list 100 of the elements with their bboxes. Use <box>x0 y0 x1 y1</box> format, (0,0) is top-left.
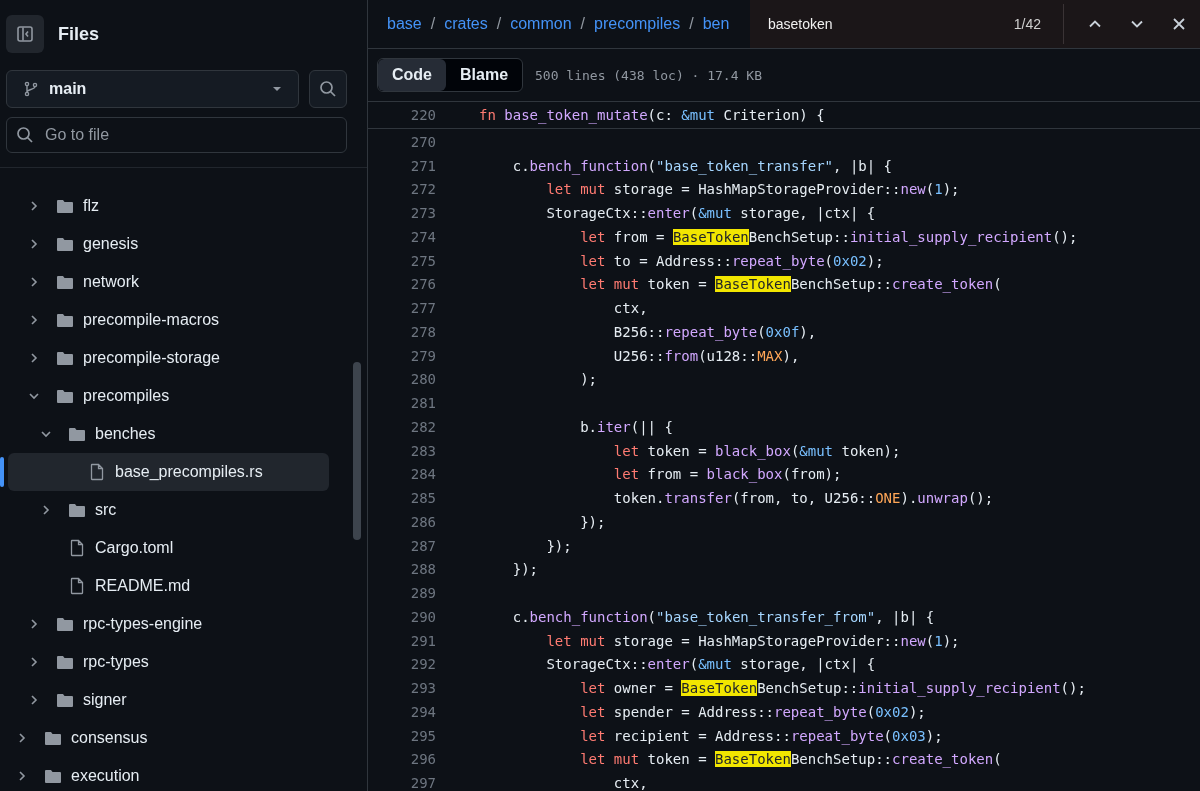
code-line: U256::from(u128::MAX), <box>612 347 800 364</box>
code-line: ctx, <box>612 775 648 791</box>
file-tree-item[interactable]: rpc-types-engine <box>0 605 329 643</box>
code-line: let token = black_box(&mut token); <box>612 442 901 459</box>
chevron-icon[interactable] <box>28 618 40 630</box>
search-button[interactable] <box>309 70 347 108</box>
line-number: 280 <box>409 371 436 388</box>
file-tree-item[interactable]: README.md <box>0 567 329 605</box>
go-to-file-field[interactable]: Go to file <box>6 117 347 153</box>
view-tab[interactable]: Blame <box>446 59 523 91</box>
folder-icon <box>56 274 74 290</box>
close-icon <box>1172 17 1186 31</box>
folder-icon <box>44 730 62 746</box>
file-tree-item[interactable]: precompile-macros <box>0 301 329 339</box>
chevron-icon[interactable] <box>28 352 40 364</box>
match-count: 1/42 <box>1013 16 1041 32</box>
sidebar-title: Files <box>58 23 100 45</box>
chevron-icon[interactable] <box>28 656 40 668</box>
folder-icon <box>44 768 62 784</box>
line-number: 284 <box>409 466 436 483</box>
file-tree-item[interactable]: precompiles <box>0 377 329 415</box>
breadcrumb-separator: / <box>496 15 502 33</box>
chevron-icon[interactable] <box>28 200 40 212</box>
folder-icon <box>56 350 74 366</box>
code-line: fn base_token_mutate(c: &mut Criterion) { <box>479 107 825 123</box>
scrollbar-thumb[interactable] <box>353 362 361 540</box>
code-line: ctx, <box>612 300 648 317</box>
line-number: 272 <box>409 181 436 198</box>
file-tree-item[interactable]: consensus <box>0 719 329 757</box>
code-line: B256::repeat_byte(0x0f), <box>612 323 817 340</box>
breadcrumb-link[interactable]: common <box>510 15 572 33</box>
breadcrumb-link[interactable]: crates <box>444 15 488 33</box>
folder-icon <box>56 692 74 708</box>
view-tab[interactable]: Code <box>378 59 446 91</box>
line-number: 286 <box>409 513 436 530</box>
code-line: let mut storage = HashMapStorageProvider::new(1); <box>545 632 960 649</box>
line-number: 282 <box>409 418 436 435</box>
search-icon <box>319 80 337 98</box>
find-field[interactable]: basetoken <box>768 16 968 32</box>
code-line: c.bench_function("base_token_transfer", |b| { <box>511 157 893 174</box>
file-tree-item[interactable]: genesis <box>0 225 329 263</box>
line-number: 270 <box>409 133 436 150</box>
file-info: 500 lines (438 loc) · 17.4 KB <box>535 67 762 83</box>
line-number: 294 <box>409 703 436 720</box>
branch-selector[interactable]: main <box>6 70 299 108</box>
search-icon <box>16 126 34 144</box>
file-tree-item[interactable]: signer <box>0 681 329 719</box>
code-line: }); <box>545 537 572 554</box>
chevron-icon[interactable] <box>28 238 40 250</box>
line-number: 285 <box>409 490 436 507</box>
file-tree-item[interactable]: src <box>0 491 329 529</box>
chevron-icon[interactable] <box>28 390 40 402</box>
chevron-icon[interactable] <box>16 732 28 744</box>
code-line: let from = BaseTokenBenchSetup::initial_supply_recipient(); <box>579 228 1078 245</box>
code-line: let to = Address::repeat_byte(0x02); <box>579 252 884 269</box>
chevron-icon[interactable] <box>40 504 52 516</box>
code-line: StorageCtx::enter(&mut storage, |ctx| { <box>545 205 876 222</box>
chevron-icon[interactable] <box>28 694 40 706</box>
file-tree-item[interactable]: execution <box>0 757 329 791</box>
folder-icon <box>68 502 86 518</box>
file-tree-item[interactable]: benches <box>0 415 329 453</box>
chevron-icon[interactable] <box>40 428 52 440</box>
chevron-icon[interactable] <box>28 276 40 288</box>
code-line: c.bench_function("base_token_transfer_from", |b| { <box>511 608 935 625</box>
code-line: }); <box>511 561 538 578</box>
folder-icon <box>56 198 74 214</box>
file-icon <box>68 539 86 557</box>
breadcrumb-link[interactable]: ben <box>702 15 730 33</box>
sidebar-toggle-button[interactable] <box>6 15 44 53</box>
line-number: 283 <box>409 442 436 459</box>
code-line: StorageCtx::enter(&mut storage, |ctx| { <box>545 656 876 673</box>
line-number: 290 <box>409 608 436 625</box>
breadcrumb-separator: / <box>689 15 694 33</box>
file-tree-item[interactable]: flz <box>0 187 329 225</box>
chevron-icon[interactable] <box>16 770 28 782</box>
file-icon <box>88 463 106 481</box>
code-line: let mut token = BaseTokenBenchSetup::create_token( <box>579 276 1002 293</box>
file-tree-item[interactable]: Cargo.toml <box>0 529 329 567</box>
code-line: let spender = Address::repeat_byte(0x02); <box>579 703 926 720</box>
line-number: 293 <box>409 680 436 697</box>
folder-icon <box>56 388 74 404</box>
caret-icon <box>272 86 282 92</box>
line-number: 274 <box>409 228 436 245</box>
file-tree-item[interactable]: network <box>0 263 329 301</box>
line-number: 288 <box>409 561 436 578</box>
breadcrumb-link[interactable]: precompiles <box>594 15 681 33</box>
file-tree-item[interactable]: rpc-types <box>0 643 329 681</box>
code-line: let mut token = BaseTokenBenchSetup::create_token( <box>579 751 1002 768</box>
line-number: 296 <box>409 751 436 768</box>
code-line: token.transfer(from, to, U256::ONE).unwrap(); <box>612 490 994 507</box>
code-line: }); <box>579 513 606 530</box>
code-line: let mut storage = HashMapStorageProvider::new(1); <box>545 181 960 198</box>
file-tree-item[interactable]: precompile-storage <box>0 339 329 377</box>
line-number: 287 <box>409 537 436 554</box>
line-number: 292 <box>409 656 436 673</box>
code-line: let recipient = Address::repeat_byte(0x03); <box>579 727 943 744</box>
breadcrumb-link[interactable]: base <box>387 15 422 33</box>
code-line: let from = black_box(from); <box>612 466 842 483</box>
chevron-icon[interactable] <box>28 314 40 326</box>
line-number: 295 <box>409 727 436 744</box>
